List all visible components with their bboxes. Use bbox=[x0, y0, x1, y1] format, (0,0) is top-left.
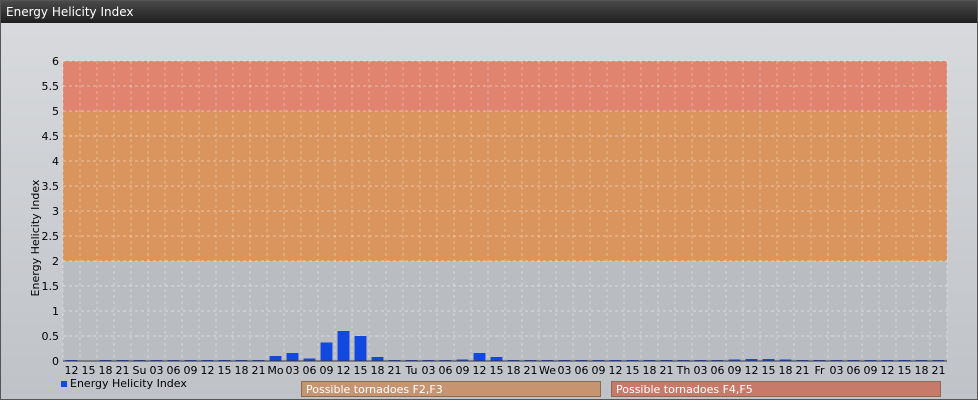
x-tick-label: 21 bbox=[660, 364, 674, 377]
y-tick-label: 2 bbox=[52, 255, 59, 268]
bar bbox=[269, 356, 282, 361]
x-tick-label: 21 bbox=[252, 364, 266, 377]
x-tick-label: Su bbox=[133, 364, 147, 377]
y-tick-label: 0.5 bbox=[42, 330, 60, 343]
x-tick-label: 15 bbox=[218, 364, 232, 377]
x-tick-label: 09 bbox=[320, 364, 334, 377]
y-tick-label: 4.5 bbox=[42, 130, 60, 143]
bar bbox=[354, 336, 367, 361]
y-tick-label: 5.5 bbox=[42, 80, 60, 93]
y-tick-label: 3 bbox=[52, 205, 59, 218]
x-tick-label: 03 bbox=[150, 364, 164, 377]
y-axis-label: Energy Helicity Index bbox=[29, 179, 42, 296]
x-tick-label: 09 bbox=[456, 364, 470, 377]
chart-window: Energy Helicity Index 0 0.5 1 1.5 2 2.5 3 3.5 4 4… bbox=[0, 0, 978, 400]
y-tick-label: 5 bbox=[52, 105, 59, 118]
x-tick-label: 06 bbox=[847, 364, 861, 377]
x-tick-label: 12 bbox=[65, 364, 79, 377]
x-tick-label: 15 bbox=[626, 364, 640, 377]
band-label-f2f3: Possible tornadoes F2,F3 bbox=[301, 381, 601, 397]
x-tick-label: 18 bbox=[371, 364, 385, 377]
x-tick-label: 18 bbox=[915, 364, 929, 377]
x-tick-label: 12 bbox=[745, 364, 759, 377]
chart-canvas: 00.511.522.533.544.555.56 12 15 18 21 Su 03 06… bbox=[29, 55, 948, 377]
bar bbox=[490, 357, 503, 361]
x-tick-label: 21 bbox=[388, 364, 402, 377]
x-tick-label: 15 bbox=[354, 364, 368, 377]
x-tick-label: 15 bbox=[898, 364, 912, 377]
x-tick-label: 21 bbox=[932, 364, 946, 377]
bar bbox=[337, 331, 350, 361]
x-tick-label: 06 bbox=[303, 364, 317, 377]
x-tick-label: 21 bbox=[116, 364, 130, 377]
legend[interactable]: Energy Helicity Index bbox=[61, 377, 187, 390]
x-tick-label: 12 bbox=[473, 364, 487, 377]
y-tick-label: 4 bbox=[52, 155, 59, 168]
x-tick-label: 09 bbox=[592, 364, 606, 377]
x-tick-label: 12 bbox=[201, 364, 215, 377]
y-tick-label: 1.5 bbox=[42, 280, 60, 293]
x-tick-label: 12 bbox=[609, 364, 623, 377]
x-tick-label: 15 bbox=[490, 364, 504, 377]
x-tick-label: 03 bbox=[830, 364, 844, 377]
x-tick-label: Fr bbox=[814, 364, 825, 377]
band-label-f4f5: Possible tornadoes F4,F5 bbox=[611, 381, 941, 397]
x-tick-label: 18 bbox=[643, 364, 657, 377]
x-tick-label: 03 bbox=[558, 364, 572, 377]
x-tick-label: Mo bbox=[267, 364, 283, 377]
x-tick-label: Th bbox=[676, 364, 691, 377]
y-tick-label: 1 bbox=[52, 305, 59, 318]
window-title: Energy Helicity Index bbox=[1, 1, 977, 23]
x-tick-label: 21 bbox=[796, 364, 810, 377]
x-tick-label: 06 bbox=[575, 364, 589, 377]
bar bbox=[320, 342, 333, 361]
x-tick-label: 15 bbox=[762, 364, 776, 377]
y-tick-label: 2.5 bbox=[42, 230, 60, 243]
x-tick-label: 06 bbox=[711, 364, 725, 377]
x-tick-label: 15 bbox=[82, 364, 96, 377]
x-tick-label: 18 bbox=[507, 364, 521, 377]
x-tick-label: 09 bbox=[864, 364, 878, 377]
x-tick-label: 18 bbox=[99, 364, 113, 377]
x-tick-label: 12 bbox=[337, 364, 351, 377]
bar bbox=[371, 357, 384, 361]
x-tick-label: 03 bbox=[694, 364, 708, 377]
x-tick-label: We bbox=[539, 364, 556, 377]
legend-label: Energy Helicity Index bbox=[70, 377, 187, 390]
x-tick-label: 09 bbox=[184, 364, 198, 377]
bar bbox=[286, 353, 299, 361]
x-tick-label: 12 bbox=[881, 364, 895, 377]
y-tick-label: 3.5 bbox=[42, 180, 60, 193]
x-tick-label: 18 bbox=[235, 364, 249, 377]
x-tick-label: 06 bbox=[439, 364, 453, 377]
x-tick-label: Tu bbox=[404, 364, 417, 377]
legend-swatch bbox=[61, 380, 67, 387]
x-tick-label: 21 bbox=[524, 364, 538, 377]
y-tick-label: 0 bbox=[52, 355, 59, 368]
x-tick-label: 09 bbox=[728, 364, 742, 377]
x-tick-label: 03 bbox=[422, 364, 436, 377]
x-tick-label: 06 bbox=[167, 364, 181, 377]
y-tick-label: 6 bbox=[52, 55, 59, 68]
x-tick-label: 18 bbox=[779, 364, 793, 377]
x-tick-label: 03 bbox=[286, 364, 300, 377]
bar bbox=[473, 353, 486, 361]
